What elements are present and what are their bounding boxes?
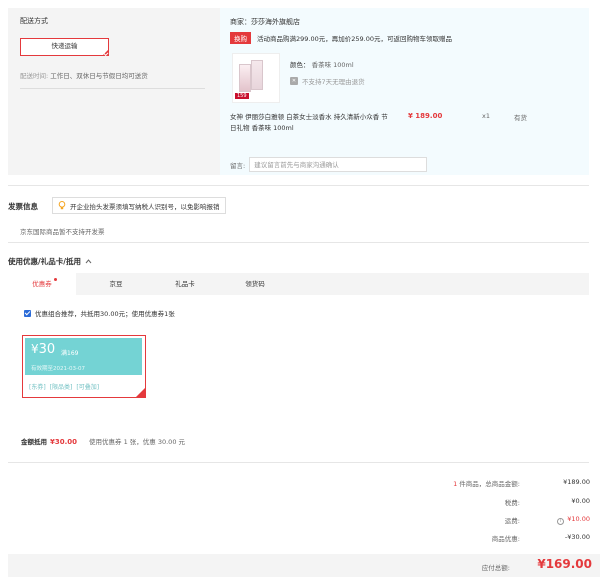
summary-freight-label: 运费: (504, 517, 520, 525)
express-delivery-option[interactable]: 快递运输 (20, 38, 109, 56)
message-input[interactable] (249, 157, 428, 172)
product-image-badge: 159 (235, 93, 249, 99)
pay-total-bar: 应付总额: ¥169.00 (8, 554, 600, 577)
summary-freight-value: i ¥10.00 (520, 515, 590, 525)
divider (8, 242, 589, 243)
tab-label: 优惠券 (32, 280, 52, 288)
coupon-summary-desc: 使用优惠券 1 张，优惠 30.00 元 (89, 438, 186, 446)
product-box-graphic (239, 64, 251, 92)
summary-discount-row: 商品优惠: -¥30.00 (390, 533, 590, 543)
coupon-summary: 金额抵用 ¥30.00 使用优惠券 1 张，优惠 30.00 元 (21, 436, 185, 446)
delivery-time-label: 配送时间: (20, 72, 49, 80)
freight-amount: ¥10.00 (567, 515, 590, 523)
product-color-value: 香茶味 100ml (311, 61, 354, 69)
selected-check-icon (136, 388, 145, 397)
shop-section: 商家：莎莎海外旗舰店 换购 活动商品购满299.00元，再加价259.00元，可… (220, 8, 589, 175)
summary-item-count: 1 (453, 480, 458, 488)
delivery-time: 配送时间: 工作日、双休日与节假日均可送货 (20, 70, 205, 89)
new-dot-icon (54, 278, 57, 281)
coupon-value: 30 (38, 342, 56, 357)
product-price: ¥ 189.00 (408, 112, 443, 120)
summary-freight-row: 运费: i ¥10.00 (390, 515, 590, 525)
delivery-section: 配送方式 快递运输 配送时间: 工作日、双休日与节假日均可送货 (8, 8, 220, 175)
shipping-block: 配送方式 快递运输 配送时间: 工作日、双休日与节假日均可送货 商家：莎莎海外旗… (8, 8, 589, 175)
invoice-note: 京东国际商品暂不支持开发票 (20, 228, 105, 236)
product-image[interactable]: 159 (232, 53, 280, 103)
tab-jd-beans[interactable]: 京豆 (96, 273, 136, 295)
message-label: 留言: (230, 161, 246, 170)
coupon-section-title: 使用优惠/礼品卡/抵用 (8, 257, 81, 266)
chevron-up-icon (85, 259, 92, 264)
product-color: 颜色： 香茶味 100ml (290, 59, 354, 69)
delivery-time-value: 工作日、双休日与节假日均可送货 (50, 72, 148, 80)
tab-coupons[interactable]: 优惠券 (8, 273, 76, 295)
product-stock: 有货 (514, 114, 527, 122)
coupon-summary-amount: ¥30.00 (50, 438, 78, 446)
summary-count-suffix: 件商品，总商品金额: (459, 480, 520, 488)
coupon-tags: [东券] [限品类] [可叠加] (29, 382, 99, 391)
tab-pickup-code[interactable]: 领货码 (235, 273, 275, 295)
combo-checkbox[interactable] (24, 309, 31, 317)
summary-discount-value: -¥30.00 (564, 533, 590, 541)
message-row: 留言: (230, 157, 428, 172)
product-color-label: 颜色： (290, 61, 310, 69)
summary-discount-label: 商品优惠: (491, 535, 520, 543)
summary-total-label: 1 件商品，总商品金额: (400, 478, 520, 488)
coupon-amount: ¥30 (31, 342, 55, 357)
coupon-tag: [东券] (29, 384, 46, 391)
coupon-panel: 优惠组合推荐，共抵用30.00元；使用优惠券1张 ¥30 满169 有效期至20… (8, 295, 589, 456)
tab-gift-card[interactable]: 礼品卡 (165, 273, 205, 295)
promo-text: 活动商品购满299.00元，再加价259.00元，可返回购物车领取赠品 (257, 35, 452, 43)
invoice-tip-text: 开企业抬头发票须填写纳税人识别号，以免影响报销 (70, 202, 220, 211)
combo-recommend[interactable]: 优惠组合推荐，共抵用30.00元；使用优惠券1张 (24, 308, 175, 318)
coupon-summary-label: 金额抵用 (21, 438, 47, 446)
coupon-expire: 有效期至2021-03-07 (31, 366, 85, 372)
no-return-text: 不支持7天无理由退货 (302, 78, 365, 86)
product-bottle-graphic (251, 60, 263, 90)
info-icon[interactable]: i (557, 518, 565, 525)
invoice-tip: 开企业抬头发票须填写纳税人识别号，以免影响报销 (52, 197, 226, 214)
summary-tax-label: 税费: (504, 499, 520, 507)
product-quantity: x1 (482, 112, 490, 120)
combo-text: 优惠组合推荐，共抵用30.00元；使用优惠券1张 (35, 310, 175, 318)
coupon-currency: ¥ (31, 342, 39, 356)
promo-row: 换购 活动商品购满299.00元，再加价259.00元，可返回购物车领取赠品 (230, 32, 452, 44)
lightbulb-icon (58, 201, 66, 210)
divider (8, 462, 589, 463)
delivery-option-label: 快递运输 (51, 42, 78, 50)
promo-tag: 换购 (230, 32, 251, 44)
coupon-section-toggle[interactable]: 使用优惠/礼品卡/抵用 (8, 256, 92, 267)
delivery-title: 配送方式 (20, 17, 48, 25)
summary-tax-value: ¥0.00 (571, 497, 590, 505)
coupon-tag: [限品类] (49, 384, 73, 391)
no-return-notice: ✕ 不支持7天无理由退货 (290, 76, 365, 86)
product-name[interactable]: 女神 伊丽莎白雅顿 白茶女士淡香水 持久清新小众香 节日礼物 香茶味 100ml (230, 112, 390, 134)
coupon-face: ¥30 满169 有效期至2021-03-07 (25, 338, 142, 375)
coupon-tabs: 优惠券 京豆 礼品卡 领货码 (8, 273, 589, 295)
pay-total-value: ¥169.00 (537, 557, 592, 571)
summary-tax-row: 税费: ¥0.00 (390, 497, 590, 507)
shop-name: 商家：莎莎海外旗舰店 (230, 18, 300, 26)
pay-total-label: 应付总额: (481, 564, 510, 572)
no-return-icon: ✕ (290, 77, 298, 85)
invoice-title: 发票信息 (8, 202, 38, 211)
coupon-card[interactable]: ¥30 满169 有效期至2021-03-07 [东券] [限品类] [可叠加] (22, 335, 146, 398)
divider (8, 185, 589, 186)
summary-total-value: ¥189.00 (563, 478, 590, 486)
coupon-condition: 满169 (61, 350, 79, 357)
summary-total-row: 1 件商品，总商品金额: ¥189.00 (390, 478, 590, 488)
selected-check-icon (102, 49, 109, 56)
coupon-tag: [可叠加] (76, 384, 100, 391)
